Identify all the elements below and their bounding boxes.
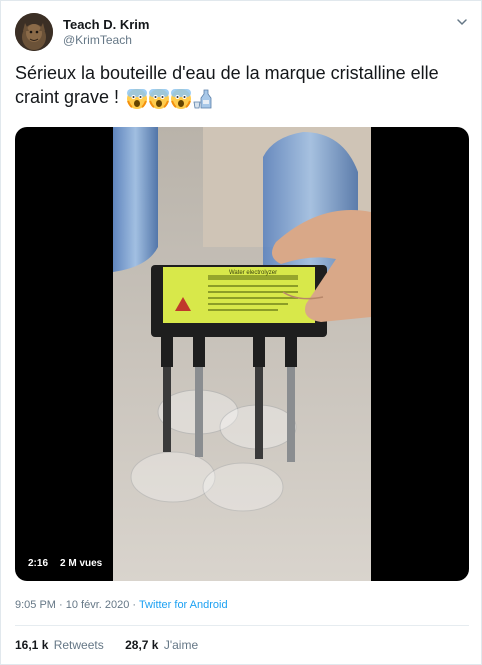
likes-count: 28,7 k <box>125 638 159 652</box>
tweet-header: Teach D. Krim @KrimTeach <box>15 13 471 53</box>
video-views-badge: 2 M vues <box>55 555 108 573</box>
tweet-text: Sérieux la bouteille d'eau de la marque … <box>15 63 439 107</box>
tweet-stats: 16,1 k Retweets 28,7 k J'aime <box>15 638 216 652</box>
likes-stat[interactable]: 28,7 k J'aime <box>125 638 198 652</box>
screaming-face-icon <box>149 89 170 109</box>
tweet-time[interactable]: 9:05 PM <box>15 599 56 611</box>
retweets-count: 16,1 k <box>15 638 49 652</box>
tweet-date[interactable]: 10 févr. 2020 <box>66 599 130 611</box>
tweet-text-block: Sérieux la bouteille d'eau de la marque … <box>15 61 465 112</box>
video-player[interactable]: Water electrolyzer 2:16 2 M vues <box>15 127 469 581</box>
emoji-group <box>126 88 214 112</box>
avatar-image <box>15 13 53 51</box>
video-frame: Water electrolyzer <box>113 127 371 581</box>
author-name[interactable]: Teach D. Krim <box>63 17 149 32</box>
screaming-face-icon <box>127 89 148 109</box>
tweet-card: Teach D. Krim @KrimTeach Sérieux la bout… <box>0 0 482 665</box>
retweets-label: Retweets <box>53 638 104 652</box>
divider <box>15 625 469 626</box>
likes-label: J'aime <box>163 638 199 652</box>
sake-bottle-icon <box>193 89 212 109</box>
video-duration-badge: 2:16 <box>23 555 54 573</box>
avatar[interactable] <box>15 13 53 51</box>
meta-separator: · <box>55 599 66 611</box>
retweets-stat[interactable]: 16,1 k Retweets <box>15 638 104 652</box>
tweet-source-link[interactable]: Twitter for Android <box>139 599 228 611</box>
tweet-meta: 9:05 PM · 10 févr. 2020 · Twitter for An… <box>15 599 228 611</box>
device-label: Water electrolyzer <box>229 270 277 276</box>
chevron-down-icon[interactable] <box>455 15 469 29</box>
author-handle[interactable]: @KrimTeach <box>63 33 132 47</box>
screaming-face-icon <box>171 89 192 109</box>
meta-separator: · <box>129 599 139 611</box>
